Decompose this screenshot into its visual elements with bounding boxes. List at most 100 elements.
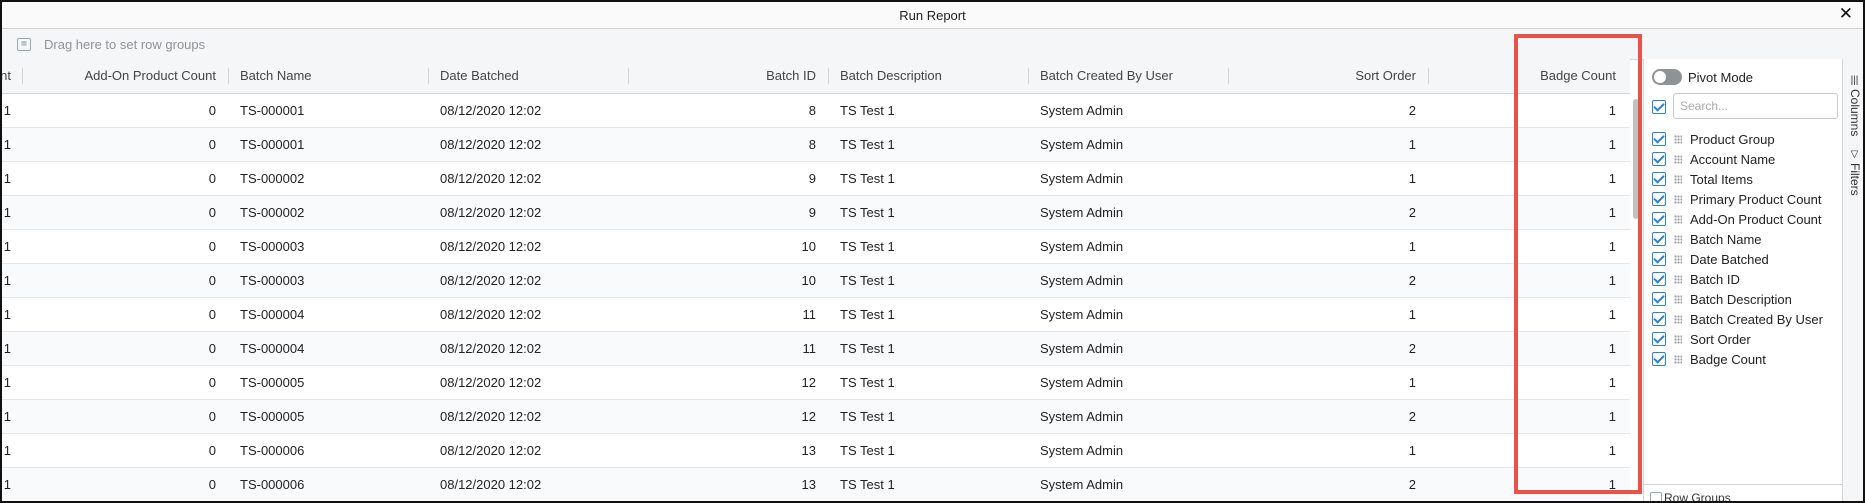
cell-primary-count[interactable]: 1 (2, 162, 23, 195)
pivot-mode-control[interactable]: Pivot Mode (1652, 67, 1753, 87)
cell-addon-count[interactable]: 0 (22, 94, 228, 127)
cell-badge-count[interactable]: 1 (1428, 400, 1628, 433)
table-row[interactable]: 1 0 TS-000004 08/12/2020 12:02 11 TS Test 1 Sy… (2, 298, 1630, 332)
column-visible-checkbox[interactable] (1652, 252, 1666, 266)
cell-date-batched[interactable]: 08/12/2020 12:02 (428, 366, 628, 399)
drag-handle-icon[interactable] (1674, 334, 1682, 344)
pivot-mode-toggle[interactable] (1652, 69, 1682, 85)
table-row[interactable]: 1 0 TS-000006 08/12/2020 12:02 13 TS Test 1 Sy… (2, 434, 1630, 468)
column-header-batch-id[interactable]: Batch ID (628, 59, 828, 93)
cell-batch-description[interactable]: TS Test 1 (828, 196, 1028, 229)
table-row[interactable]: 1 0 TS-000005 08/12/2020 12:02 12 TS Test 1 Sy… (2, 366, 1630, 400)
column-visible-checkbox[interactable] (1652, 292, 1666, 306)
cell-batch-name[interactable]: TS-000004 (228, 332, 428, 365)
cell-batch-created-by[interactable]: System Admin (1028, 196, 1228, 229)
cell-sort-order[interactable]: 1 (1228, 366, 1428, 399)
cell-batch-id[interactable]: 13 (628, 468, 828, 501)
cell-batch-name[interactable]: TS-000001 (228, 94, 428, 127)
cell-primary-count[interactable]: 1 (2, 298, 23, 331)
cell-batch-description[interactable]: TS Test 1 (828, 434, 1028, 467)
column-toggle-item[interactable]: Batch ID (1652, 269, 1842, 289)
cell-badge-count[interactable]: 1 (1428, 434, 1628, 467)
cell-date-batched[interactable]: 08/12/2020 12:02 (428, 298, 628, 331)
column-header-batch-description[interactable]: Batch Description (828, 59, 1028, 93)
row-group-drop-zone[interactable]: ▦ Drag here to set row groups (2, 29, 1863, 60)
column-resize-handle[interactable] (1228, 68, 1229, 84)
cell-badge-count[interactable]: 1 (1428, 298, 1628, 331)
side-tab-columns[interactable]: ||| Columns (1843, 75, 1863, 136)
cell-addon-count[interactable]: 0 (22, 264, 228, 297)
cell-batch-description[interactable]: TS Test 1 (828, 366, 1028, 399)
cell-sort-order[interactable]: 2 (1228, 196, 1428, 229)
column-visible-checkbox[interactable] (1652, 212, 1666, 226)
cell-batch-created-by[interactable]: System Admin (1028, 468, 1228, 501)
cell-batch-description[interactable]: TS Test 1 (828, 94, 1028, 127)
cell-batch-description[interactable]: TS Test 1 (828, 128, 1028, 161)
cell-sort-order[interactable]: 2 (1228, 94, 1428, 127)
column-resize-handle[interactable] (828, 68, 829, 84)
scrollbar-thumb[interactable] (1633, 99, 1639, 219)
cell-batch-id[interactable]: 10 (628, 230, 828, 263)
table-row[interactable]: 1 0 TS-000006 08/12/2020 12:02 13 TS Test 1 Sy… (2, 468, 1630, 501)
column-header-primary-count[interactable]: nt (2, 59, 23, 93)
cell-primary-count[interactable]: 1 (2, 94, 23, 127)
cell-batch-id[interactable]: 8 (628, 94, 828, 127)
cell-batch-name[interactable]: TS-000006 (228, 468, 428, 501)
column-toggle-item[interactable]: Product Group (1652, 129, 1842, 149)
drag-handle-icon[interactable] (1674, 354, 1682, 364)
cell-sort-order[interactable]: 1 (1228, 162, 1428, 195)
column-toggle-item[interactable]: Sort Order (1652, 329, 1842, 349)
cell-date-batched[interactable]: 08/12/2020 12:02 (428, 196, 628, 229)
cell-primary-count[interactable]: 1 (2, 196, 23, 229)
cell-addon-count[interactable]: 0 (22, 128, 228, 161)
cell-addon-count[interactable]: 0 (22, 468, 228, 501)
column-header-batch-name[interactable]: Batch Name (228, 59, 428, 93)
cell-primary-count[interactable]: 1 (2, 128, 23, 161)
cell-batch-id[interactable]: 11 (628, 298, 828, 331)
cell-batch-id[interactable]: 9 (628, 196, 828, 229)
cell-batch-name[interactable]: TS-000002 (228, 196, 428, 229)
cell-badge-count[interactable]: 1 (1428, 94, 1628, 127)
cell-batch-description[interactable]: TS Test 1 (828, 468, 1028, 501)
cell-batch-created-by[interactable]: System Admin (1028, 230, 1228, 263)
side-tab-filters[interactable]: ▽ Filters (1843, 149, 1863, 196)
column-resize-handle[interactable] (1028, 68, 1029, 84)
cell-batch-id[interactable]: 12 (628, 366, 828, 399)
cell-date-batched[interactable]: 08/12/2020 12:02 (428, 230, 628, 263)
cell-date-batched[interactable]: 08/12/2020 12:02 (428, 468, 628, 501)
cell-batch-description[interactable]: TS Test 1 (828, 264, 1028, 297)
cell-sort-order[interactable]: 1 (1228, 230, 1428, 263)
cell-addon-count[interactable]: 0 (22, 196, 228, 229)
cell-batch-created-by[interactable]: System Admin (1028, 366, 1228, 399)
cell-batch-id[interactable]: 12 (628, 400, 828, 433)
column-visible-checkbox[interactable] (1652, 312, 1666, 326)
cell-batch-name[interactable]: TS-000002 (228, 162, 428, 195)
cell-badge-count[interactable]: 1 (1428, 128, 1628, 161)
cell-batch-created-by[interactable]: System Admin (1028, 332, 1228, 365)
column-toggle-item[interactable]: Add-On Product Count (1652, 209, 1842, 229)
cell-badge-count[interactable]: 1 (1428, 332, 1628, 365)
cell-date-batched[interactable]: 08/12/2020 12:02 (428, 332, 628, 365)
cell-batch-name[interactable]: TS-000001 (228, 128, 428, 161)
cell-batch-name[interactable]: TS-000006 (228, 434, 428, 467)
table-row[interactable]: 1 0 TS-000004 08/12/2020 12:02 11 TS Test 1 Sy… (2, 332, 1630, 366)
cell-primary-count[interactable]: 1 (2, 400, 23, 433)
cell-date-batched[interactable]: 08/12/2020 12:02 (428, 94, 628, 127)
column-toggle-item[interactable]: Batch Created By User (1652, 309, 1842, 329)
column-header-badge-count[interactable]: Badge Count (1428, 59, 1628, 93)
cell-sort-order[interactable]: 1 (1228, 128, 1428, 161)
cell-primary-count[interactable]: 1 (2, 264, 23, 297)
column-toggle-item[interactable]: Batch Name (1652, 229, 1842, 249)
cell-addon-count[interactable]: 0 (22, 162, 228, 195)
cell-batch-description[interactable]: TS Test 1 (828, 162, 1028, 195)
drag-handle-icon[interactable] (1674, 194, 1682, 204)
column-toggle-item[interactable]: Badge Count (1652, 349, 1842, 369)
column-resize-handle[interactable] (22, 68, 23, 84)
cell-date-batched[interactable]: 08/12/2020 12:02 (428, 162, 628, 195)
cell-badge-count[interactable]: 1 (1428, 366, 1628, 399)
cell-batch-name[interactable]: TS-000003 (228, 230, 428, 263)
column-visible-checkbox[interactable] (1652, 152, 1666, 166)
column-visible-checkbox[interactable] (1652, 352, 1666, 366)
cell-sort-order[interactable]: 2 (1228, 468, 1428, 501)
table-row[interactable]: 1 0 TS-000002 08/12/2020 12:02 9 TS Test 1 Sys… (2, 196, 1630, 230)
